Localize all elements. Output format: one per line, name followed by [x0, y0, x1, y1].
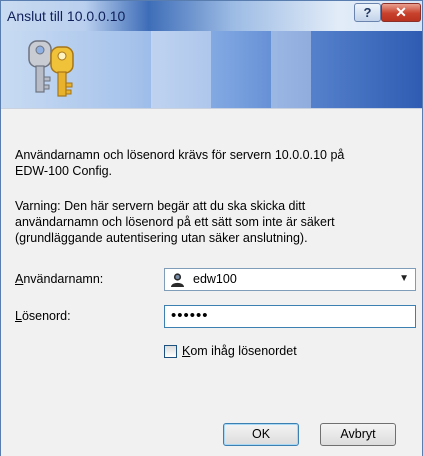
- remember-password-label[interactable]: Kom ihåg lösenordet: [182, 344, 297, 358]
- ok-button[interactable]: OK: [223, 423, 299, 446]
- remember-password-checkbox[interactable]: [164, 345, 177, 358]
- warning-line: Varning: Den här servern begär att du sk…: [15, 199, 306, 213]
- username-label: Användarnamn:: [15, 272, 103, 286]
- title-bar[interactable]: Anslut till 10.0.0.10 ? ✕: [1, 1, 422, 31]
- warning-line: (grundläggande autentisering utan säker …: [15, 231, 308, 245]
- password-label: Lösenord:: [15, 309, 71, 323]
- chevron-down-icon[interactable]: ▼: [399, 273, 409, 284]
- password-label-text: ösenord:: [21, 309, 71, 323]
- help-button[interactable]: ?: [354, 3, 381, 22]
- warning-message: Varning: Den här servern begär att du sk…: [15, 198, 415, 246]
- password-value: ••••••: [171, 307, 209, 324]
- cancel-button[interactable]: Avbryt: [320, 423, 396, 446]
- login-dialog: Anslut till 10.0.0.10 ? ✕ Användarnamn o…: [0, 0, 423, 456]
- username-combobox[interactable]: edw100 ▼: [164, 268, 416, 291]
- banner-stripe: [151, 31, 211, 108]
- password-label-accesskey: L: [15, 309, 22, 323]
- close-button[interactable]: ✕: [381, 3, 421, 22]
- user-icon: [171, 273, 184, 287]
- server-message-line: Användarnamn och lösenord krävs för serv…: [15, 148, 345, 162]
- password-field[interactable]: ••••••: [164, 305, 416, 328]
- banner-stripe: [271, 31, 311, 108]
- username-value: edw100: [193, 272, 237, 286]
- keys-icon: [28, 40, 74, 97]
- remember-label-text: om ihåg lösenordet: [190, 344, 297, 358]
- server-message-line: EDW-100 Config.: [15, 164, 113, 178]
- banner: [1, 31, 422, 108]
- warning-line: användarnamn och lösenord på ett sätt so…: [15, 215, 335, 229]
- username-label-text: nvändarnamn:: [23, 272, 104, 286]
- window-title: Anslut till 10.0.0.10: [7, 8, 126, 24]
- server-message: Användarnamn och lösenord krävs för serv…: [15, 147, 415, 179]
